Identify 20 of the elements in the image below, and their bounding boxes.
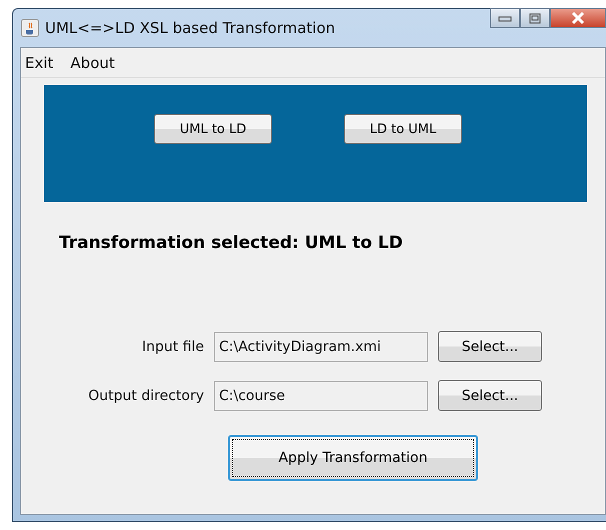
mode-button[interactable]: LD to UML: [344, 114, 462, 144]
select-button[interactable]: Select...: [438, 380, 542, 411]
path-field[interactable]: C:\ActivityDiagram.xmi: [214, 332, 428, 362]
close-icon: [571, 12, 585, 24]
menu-item[interactable]: About: [70, 54, 115, 72]
minimize-button[interactable]: [490, 8, 520, 28]
close-button[interactable]: [550, 8, 606, 28]
window-title: UML<=>LD XSL based Transformation: [45, 19, 336, 37]
selection-status: Transformation selected: UML to LD: [59, 233, 404, 253]
cup-icon: [21, 19, 39, 37]
select-button[interactable]: Select...: [438, 331, 542, 362]
field-label: Input file: [140, 338, 204, 354]
field-label: Output directory: [87, 388, 204, 404]
apply-button[interactable]: Apply Transformation: [228, 435, 478, 481]
maximize-icon: [529, 12, 541, 24]
maximize-button[interactable]: [520, 8, 550, 28]
menu-item[interactable]: Exit: [25, 54, 54, 72]
mode-button[interactable]: UML to LD: [154, 114, 272, 144]
minimize-icon: [498, 14, 512, 22]
path-field[interactable]: C:\course: [214, 380, 428, 410]
